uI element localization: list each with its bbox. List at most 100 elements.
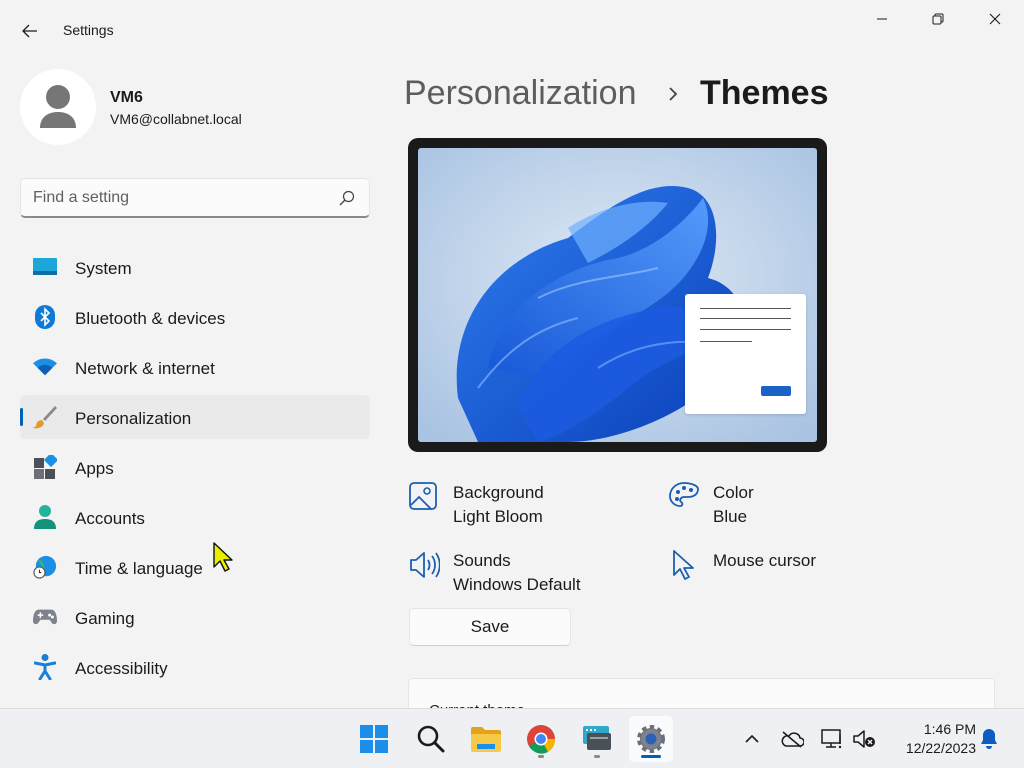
sidebar-item-personalization[interactable]: Personalization (20, 395, 370, 439)
globe-clock-icon (33, 555, 57, 579)
minimize-icon (877, 18, 887, 20)
close-button[interactable] (967, 0, 1023, 38)
clock[interactable]: 1:46 PM 12/22/2023 (886, 720, 976, 758)
restore-button[interactable] (910, 0, 966, 38)
mouse-cursor-setting[interactable]: Mouse cursor (668, 549, 868, 589)
preview-text-line (700, 329, 791, 330)
sidebar-item-label: Gaming (75, 609, 135, 628)
mouse-pointer-icon (673, 550, 694, 580)
sidebar-item-bluetooth[interactable]: Bluetooth & devices (20, 295, 370, 339)
restore-icon (932, 13, 944, 25)
breadcrumb-parent[interactable]: Personalization (404, 74, 636, 113)
sidebar-item-apps[interactable]: Apps (20, 445, 370, 489)
network-status-button[interactable] (820, 727, 844, 751)
user-avatar-icon (40, 85, 76, 128)
chrome-button[interactable] (519, 716, 563, 762)
sidebar-item-label: Apps (75, 459, 114, 478)
onedrive-offline-icon (781, 731, 804, 748)
sounds-text: Sounds Windows Default (453, 549, 581, 597)
system-icon (33, 256, 57, 278)
user-name: VM6 (110, 89, 143, 106)
sidebar-item-label: Personalization (75, 409, 192, 428)
preview-accent-button (761, 386, 791, 396)
start-button[interactable] (352, 716, 396, 762)
color-text: Color Blue (713, 481, 754, 529)
title-bar: Settings (0, 0, 1024, 62)
bluetooth-icon (33, 305, 57, 329)
remote-desktop-icon (583, 726, 611, 750)
background-value: Light Bloom (453, 507, 543, 526)
apps-icon (33, 455, 57, 479)
taskbar: 1:46 PM 12/22/2023 (0, 708, 1024, 768)
windows-start-icon (360, 725, 388, 753)
volume-muted-icon (853, 730, 875, 748)
mouse-pointer (213, 542, 233, 572)
sidebar-item-gaming[interactable]: Gaming (20, 595, 370, 639)
sidebar-item-label: Accessibility (75, 659, 168, 678)
accounts-icon (33, 505, 57, 529)
mouse-cursor-text: Mouse cursor (713, 549, 816, 573)
volume-button[interactable] (852, 727, 876, 751)
app-title: Settings (63, 22, 114, 38)
search-icon[interactable] (339, 190, 355, 206)
background-title: Background (453, 483, 544, 502)
network-icon (821, 729, 842, 749)
back-arrow-icon (22, 24, 37, 38)
sidebar-item-label: Bluetooth & devices (75, 309, 226, 328)
user-email: VM6@collabnet.local (110, 111, 242, 127)
speaker-icon (410, 552, 440, 578)
sidebar-item-label: Time & language (75, 559, 203, 578)
paintbrush-icon (33, 406, 57, 429)
page-title: Themes (700, 74, 829, 112)
chevron-up-icon (745, 734, 759, 743)
taskbar-search-button[interactable] (409, 716, 453, 762)
sidebar-item-accessibility[interactable]: Accessibility (20, 645, 370, 689)
picture-icon (409, 482, 437, 510)
preview-text-line (700, 308, 791, 309)
active-indicator (20, 408, 23, 426)
minimize-button[interactable] (854, 0, 910, 38)
avatar[interactable] (20, 69, 96, 145)
remote-desktop-button[interactable] (575, 716, 619, 762)
sidebar-nav: System Bluetooth & devices Network & int… (20, 245, 370, 695)
sidebar-item-accounts[interactable]: Accounts (20, 495, 370, 539)
mouse-cursor-title: Mouse cursor (713, 551, 816, 570)
accessibility-icon (33, 654, 57, 680)
gamepad-icon (33, 606, 57, 628)
color-setting[interactable]: Color Blue (668, 481, 868, 531)
search-input[interactable] (33, 187, 333, 209)
chevron-right-icon (669, 87, 678, 101)
palette-icon (669, 482, 699, 507)
file-explorer-button[interactable] (464, 716, 508, 762)
background-setting[interactable]: Background Light Bloom (408, 481, 608, 531)
gear-icon (637, 725, 665, 753)
show-hidden-icons-button[interactable] (740, 727, 764, 751)
sounds-value: Windows Default (453, 575, 581, 594)
bell-icon (981, 729, 997, 749)
sidebar-item-label: Network & internet (75, 359, 215, 378)
active-indicator (641, 755, 661, 758)
running-indicator (594, 755, 600, 758)
preview-text-line (700, 318, 791, 319)
color-title: Color (713, 483, 754, 502)
sidebar-item-network[interactable]: Network & internet (20, 345, 370, 389)
wifi-icon (33, 356, 57, 378)
sounds-setting[interactable]: Sounds Windows Default (408, 549, 628, 599)
search-icon (417, 725, 445, 753)
theme-preview (408, 138, 827, 452)
preview-text-line (700, 341, 752, 342)
back-button[interactable] (14, 18, 46, 44)
preview-window-mock (685, 294, 806, 414)
sidebar-item-system[interactable]: System (20, 245, 370, 289)
onedrive-button[interactable] (780, 727, 804, 751)
chrome-icon (527, 725, 556, 754)
sidebar-item-label: Accounts (75, 509, 145, 528)
save-button[interactable]: Save (409, 608, 571, 646)
close-icon (989, 13, 1001, 25)
notification-button[interactable] (977, 727, 1001, 751)
settings-app-button[interactable] (629, 716, 673, 762)
running-indicator (538, 755, 544, 758)
sidebar-item-time-language[interactable]: Time & language (20, 545, 370, 589)
folder-icon (471, 727, 501, 752)
clock-time: 1:46 PM (923, 721, 976, 737)
